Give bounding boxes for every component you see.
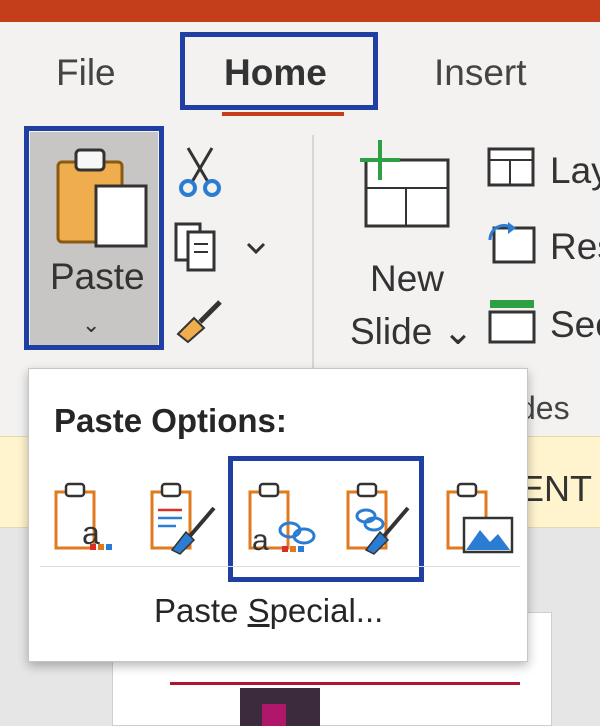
reset-label[interactable]: Res	[550, 226, 600, 268]
tab-file[interactable]: File	[56, 52, 116, 94]
copy-icon[interactable]	[172, 220, 272, 274]
new-slide-dropdown[interactable]: Slide ⌄	[350, 310, 474, 353]
picture-icon[interactable]	[444, 480, 516, 556]
new-slide-icon	[360, 140, 450, 228]
ribbon-group-separator	[312, 135, 314, 375]
use-destination-theme-icon[interactable]: a	[52, 480, 124, 556]
keep-source-formatting-icon[interactable]	[148, 480, 220, 556]
new-slide-label[interactable]: New	[370, 258, 444, 300]
format-painter-icon[interactable]	[174, 298, 226, 344]
paste-special-prefix: Paste	[154, 592, 248, 629]
paste-special-suffix: pecial...	[269, 592, 384, 629]
section-icon[interactable]	[486, 298, 538, 346]
layout-icon[interactable]	[486, 146, 538, 190]
slide-accent-line	[170, 682, 520, 685]
paste-special-accesskey: S	[247, 592, 270, 629]
title-bar	[0, 0, 600, 22]
link-options-highlight	[228, 456, 424, 582]
paste-button-highlight	[24, 126, 164, 350]
paste-options-title: Paste Options:	[54, 402, 287, 439]
home-tab-highlight	[180, 32, 378, 110]
scissors-icon[interactable]	[178, 146, 222, 198]
reset-icon[interactable]	[486, 220, 538, 266]
paste-special-item[interactable]: Paste Special...	[154, 592, 383, 630]
slide-image-accent	[262, 704, 286, 726]
active-tab-underline	[222, 112, 344, 116]
layout-label[interactable]: Lay	[550, 150, 600, 192]
notification-text: ENT	[520, 468, 592, 509]
section-label[interactable]: Sec	[550, 304, 600, 346]
tab-insert[interactable]: Insert	[434, 52, 527, 94]
menu-divider	[40, 566, 520, 567]
